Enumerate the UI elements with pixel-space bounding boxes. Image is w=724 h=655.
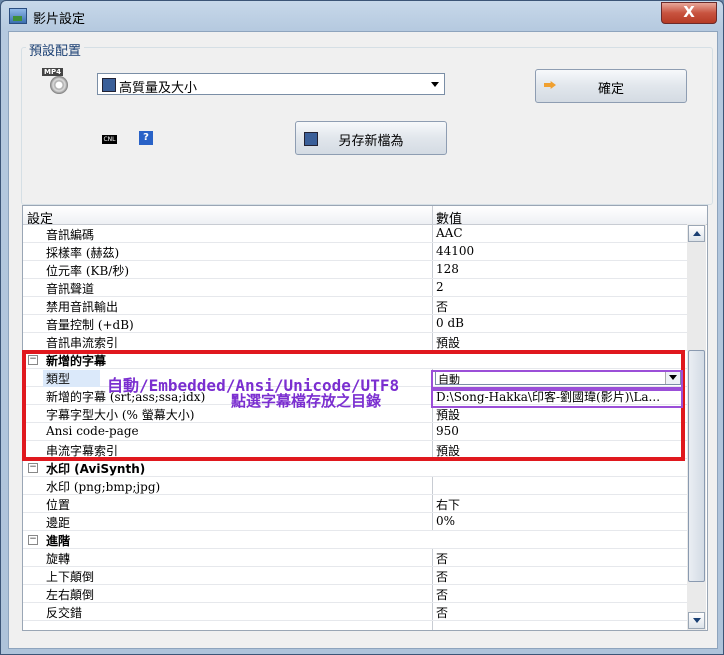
title-bar[interactable]: 影片設定 X — [1, 1, 723, 31]
category-row[interactable]: − 新增的字幕 — [23, 351, 687, 369]
property-value[interactable]: 0 dB — [436, 316, 464, 330]
property-value[interactable]: 0% — [436, 514, 455, 528]
property-row[interactable]: 旋轉 否 — [23, 549, 687, 567]
vertical-scrollbar[interactable] — [687, 224, 706, 630]
property-value[interactable]: 否 — [436, 550, 448, 567]
property-name: 位置 — [46, 498, 71, 512]
property-row[interactable]: 音量控制 (+dB) 0 dB — [23, 315, 687, 333]
app-icon — [9, 8, 27, 24]
client-area: 預設配置 MP4 高質量及大小 確定 CNL ? 另存新檔為 設定 數值 音訊編… — [8, 31, 718, 649]
property-name: 左右顛倒 — [46, 588, 95, 602]
property-value[interactable]: 否 — [436, 298, 448, 315]
disc-icon — [50, 76, 68, 94]
property-row[interactable]: 位置 右下 — [23, 495, 687, 513]
property-row[interactable]: 音訊編碼 AAC — [23, 225, 687, 243]
property-value[interactable]: 950 — [436, 424, 459, 438]
property-row[interactable]: 上下顛倒 否 — [23, 567, 687, 585]
property-value[interactable]: 44100 — [436, 244, 474, 258]
property-value[interactable]: 否 — [436, 604, 448, 621]
property-row[interactable]: 採樣率 (赫茲) 44100 — [23, 243, 687, 261]
ok-button-label: 確定 — [597, 82, 624, 97]
category-row[interactable]: − 進階 — [23, 531, 687, 549]
annotation-select-folder: 點選字幕檔存放之目錄 — [231, 392, 382, 410]
property-name: 反交錯 — [46, 606, 83, 620]
preset-group-label: 預設配置 — [26, 40, 85, 59]
scroll-thumb[interactable] — [688, 350, 705, 582]
property-name: 音訊編碼 — [46, 228, 95, 242]
property-row[interactable]: 串流字幕索引 預設 — [23, 441, 687, 459]
property-row[interactable]: 音訊串流索引 預設 — [23, 333, 687, 351]
property-value[interactable]: 否 — [436, 568, 448, 585]
cancel-small-icon[interactable]: CNL — [102, 135, 117, 144]
property-value[interactable]: 預設 — [436, 334, 460, 351]
property-name: 字幕字型大小 (% 螢幕大小) — [46, 408, 195, 422]
property-row[interactable]: 反交錯 否 — [23, 603, 687, 621]
property-name: 旋轉 — [46, 552, 71, 566]
floppy-icon — [102, 78, 116, 92]
property-name: 位元率 (KB/秒) — [46, 264, 130, 278]
close-button[interactable]: X — [661, 2, 717, 24]
property-name: 水印 (AviSynth) — [46, 462, 146, 476]
collapse-icon[interactable]: − — [28, 535, 38, 545]
property-row[interactable]: Ansi code-page 950 — [23, 423, 687, 441]
property-name: 上下顛倒 — [46, 570, 95, 584]
grid-header: 設定 數值 — [23, 206, 707, 227]
mp4-icon: MP4 — [42, 68, 70, 96]
preset-selected-value: 高質量及大小 — [119, 81, 198, 96]
property-value[interactable]: 預設 — [436, 406, 460, 423]
property-name: 串流字幕索引 — [46, 444, 119, 458]
ok-button[interactable]: 確定 — [535, 69, 687, 103]
property-value[interactable]: AAC — [436, 226, 463, 240]
video-settings-window: 影片設定 X 預設配置 MP4 高質量及大小 確定 CNL ? 另存新檔為 設定 — [0, 0, 724, 655]
save-as-button[interactable]: 另存新檔為 — [295, 121, 447, 155]
mp4-tag: MP4 — [42, 68, 63, 76]
type-value: 自動 — [438, 373, 460, 385]
property-row[interactable]: 禁用音訊輸出 否 — [23, 297, 687, 315]
property-name: 音訊串流索引 — [46, 336, 119, 350]
property-grid: 設定 數值 音訊編碼 AAC 採樣率 (赫茲) 44100 位元率 (KB/秒) 128 音… — [22, 205, 708, 631]
property-value[interactable]: 右下 — [436, 496, 460, 513]
property-name: 音量控制 (+dB) — [46, 318, 134, 332]
property-row[interactable]: 左右顛倒 否 — [23, 585, 687, 603]
property-name: 新增的字幕 — [46, 354, 107, 368]
help-icon[interactable]: ? — [139, 131, 153, 145]
property-value[interactable]: 2 — [436, 280, 444, 294]
property-row[interactable]: 位元率 (KB/秒) 128 — [23, 261, 687, 279]
property-value[interactable]: 預設 — [436, 442, 460, 459]
property-row[interactable]: 音訊聲道 2 — [23, 279, 687, 297]
type-dropdown[interactable]: 自動 — [435, 370, 681, 385]
chevron-down-icon[interactable] — [665, 371, 680, 384]
scroll-down-icon[interactable] — [688, 612, 705, 629]
property-value[interactable]: D:\Song-Hakka\印客-劉國瑋(影片)\La... — [436, 388, 660, 405]
scroll-up-icon[interactable] — [688, 225, 705, 242]
property-row[interactable]: 水印 (png;bmp;jpg) — [23, 477, 687, 495]
collapse-icon[interactable]: − — [28, 463, 38, 473]
property-name: 邊距 — [46, 516, 71, 530]
collapse-icon[interactable]: − — [28, 355, 38, 365]
property-name: 禁用音訊輸出 — [46, 300, 119, 314]
property-name: Ansi code-page — [46, 424, 139, 438]
property-row[interactable]: 邊距 0% — [23, 513, 687, 531]
category-row[interactable]: − 水印 (AviSynth) — [23, 459, 687, 477]
save-as-button-label: 另存新檔為 — [338, 134, 404, 149]
property-value[interactable]: 否 — [436, 586, 448, 603]
chevron-down-icon[interactable] — [431, 82, 439, 87]
property-name: 水印 (png;bmp;jpg) — [46, 480, 161, 494]
property-name: 音訊聲道 — [46, 282, 95, 296]
property-name: 類型 — [43, 370, 101, 387]
property-value[interactable]: 128 — [436, 262, 459, 276]
property-name: 採樣率 (赫茲) — [46, 246, 120, 260]
property-name: 進階 — [46, 534, 71, 548]
window-title: 影片設定 — [33, 12, 86, 27]
preset-dropdown[interactable]: 高質量及大小 — [97, 73, 445, 96]
